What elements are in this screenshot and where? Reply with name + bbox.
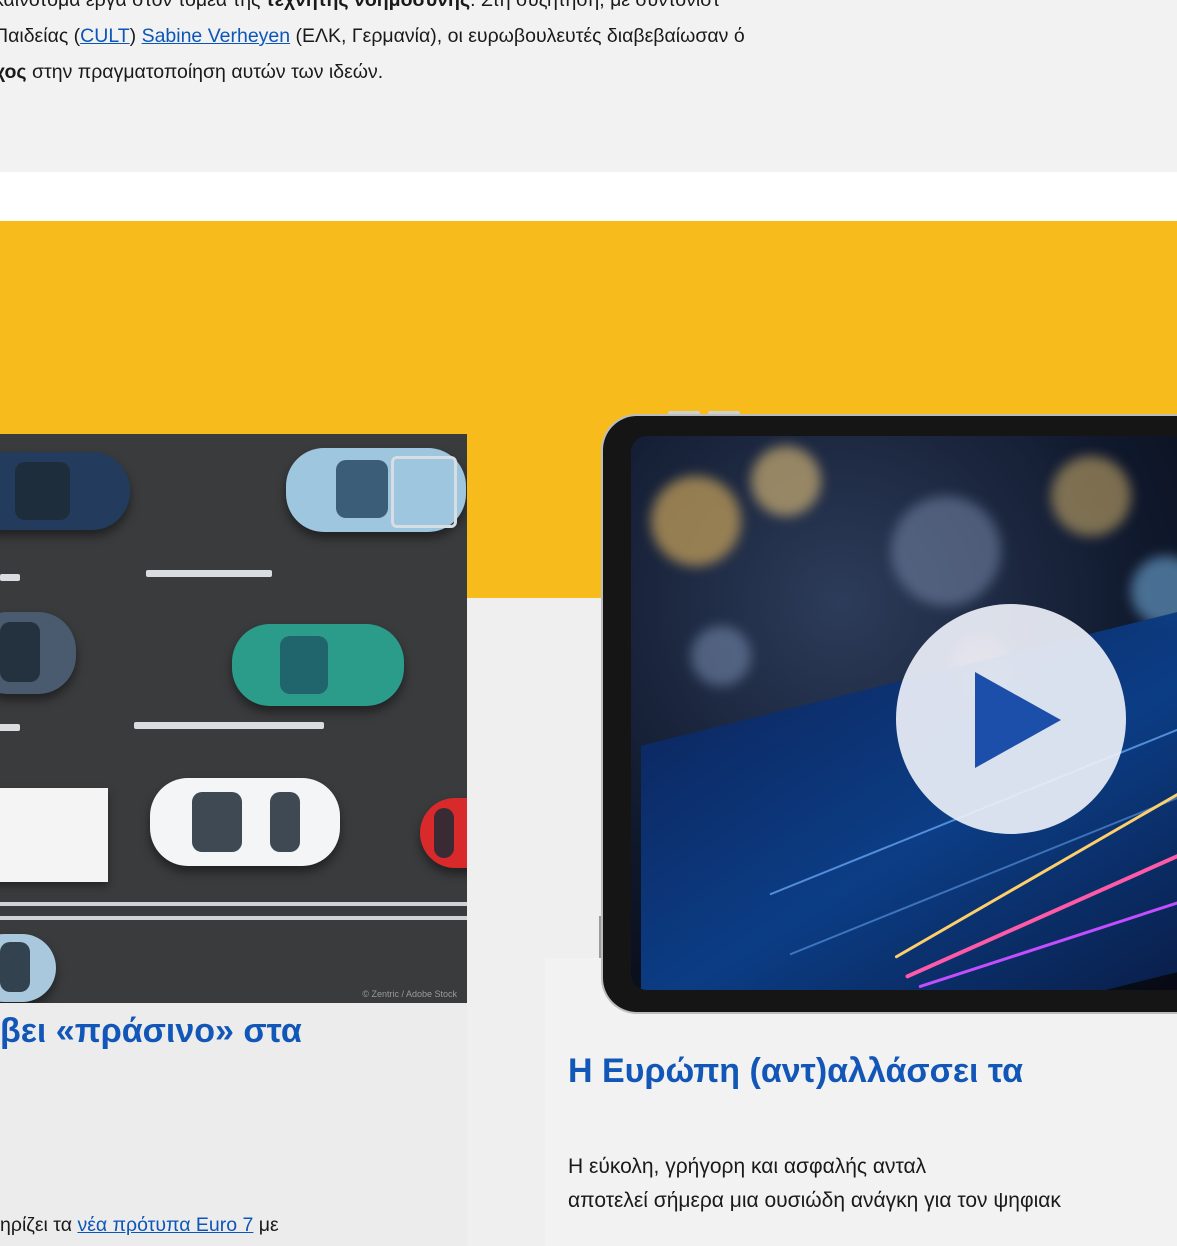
intro-line2-text: Παιδείας ( <box>0 25 81 47</box>
intro-line2-mid: ) <box>129 25 142 47</box>
intro-line1-bold: τεχνητής νοημοσύνης <box>265 0 471 11</box>
sabine-verheyen-link[interactable]: Sabine Verheyen <box>142 25 291 47</box>
euro7-link[interactable]: νέα πρότυπα Euro 7 <box>77 1214 253 1236</box>
cars-road-image[interactable]: © Zentric / Adobe Stock <box>0 434 467 1003</box>
intro-paragraph: καινοτόμα έργα στον τομέα της τεχνητής ν… <box>0 0 1177 90</box>
right-card-text-line2: αποτελεί σήμερα μια ουσιώδη ανάγκη για τ… <box>568 1189 1061 1212</box>
left-card-text: ηρίζει τα νέα πρότυπα Euro 7 με <box>0 1214 279 1237</box>
cult-link[interactable]: CULT <box>80 25 129 47</box>
right-card-text-line1: Η εύκολη, γρήγορη και ασφαλής ανταλ <box>568 1155 927 1178</box>
right-card-title[interactable]: Η Ευρώπη (αντ)αλλάσσει τα <box>568 1052 1023 1091</box>
intro-line1-text: καινοτόμα έργα στον τομέα της <box>0 0 266 11</box>
intro-line3-bold: χος <box>0 61 27 83</box>
image-credit: © Zentric / Adobe Stock <box>362 989 457 999</box>
intro-line1-rest: . Στη συζήτηση, με συντονίστ <box>470 0 720 11</box>
intro-line2-rest: (ΕΛΚ, Γερμανία), οι ευρωβουλευτές διαβεβ… <box>290 25 745 47</box>
tablet-side-button <box>599 916 602 958</box>
left-card-text-start: ηρίζει τα <box>0 1214 78 1236</box>
left-card-text-end: με <box>253 1214 279 1236</box>
left-card-title[interactable]: βει «πράσινο» στα <box>0 1012 302 1051</box>
intro-section: καινοτόμα έργα στον τομέα της τεχνητής ν… <box>0 0 1177 172</box>
intro-line3-text: στην πραγματοποίηση αυτών των ιδεών. <box>26 61 384 83</box>
play-icon <box>975 672 1061 768</box>
right-card-text: Η εύκολη, γρήγορη και ασφαλής ανταλ αποτε… <box>568 1150 1061 1218</box>
